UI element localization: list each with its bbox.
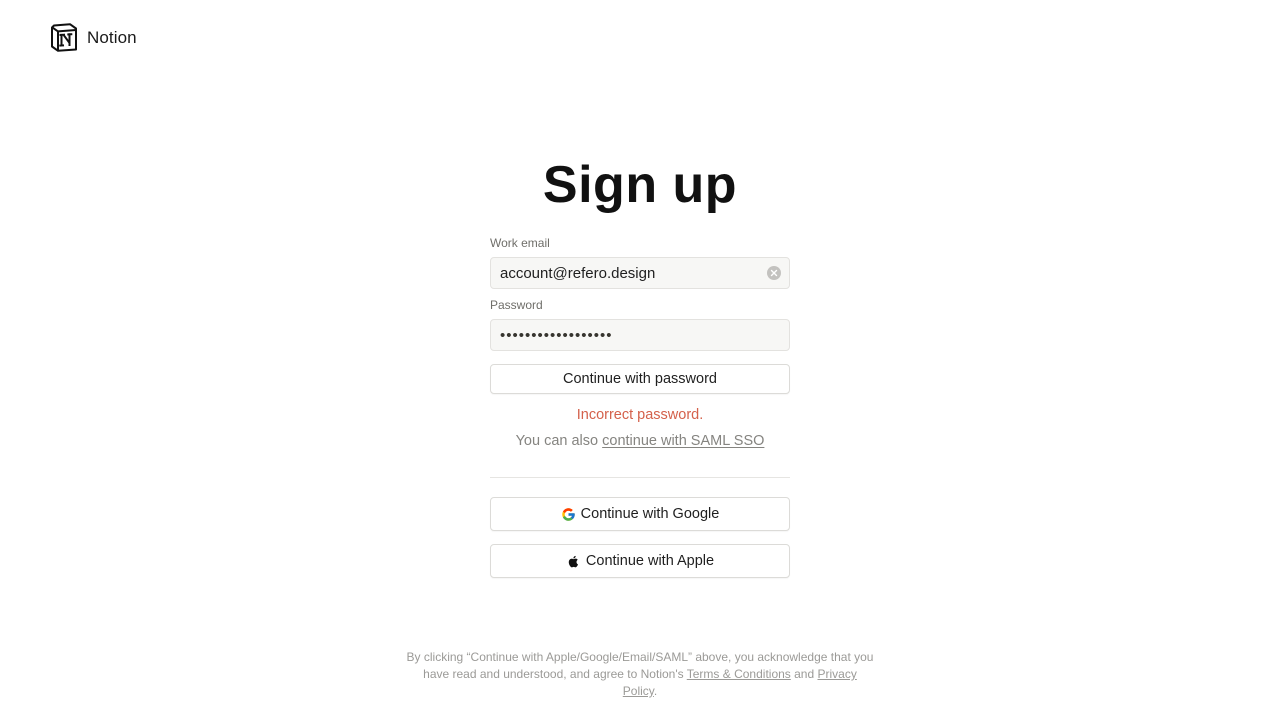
google-icon <box>561 507 575 521</box>
legal-and: and <box>790 667 818 681</box>
brand-name[interactable]: Notion <box>87 28 137 48</box>
continue-with-apple-button[interactable]: Continue with Apple <box>490 544 790 578</box>
signup-form: Work email Password •••••••••••••••••• C… <box>490 236 790 578</box>
legal-end: . <box>653 684 658 698</box>
header: Notion <box>50 23 137 52</box>
continue-with-password-button[interactable]: Continue with password <box>490 364 790 394</box>
email-label: Work email <box>490 236 550 250</box>
password-label: Password <box>490 298 543 312</box>
divider <box>490 477 790 478</box>
page-title: Sign up <box>542 156 738 214</box>
continue-with-google-button[interactable]: Continue with Google <box>490 497 790 531</box>
email-input[interactable] <box>500 264 780 282</box>
password-masked-value: •••••••••••••••••• <box>500 326 613 344</box>
legal-notice: By clicking “Continue with Apple/Google/… <box>405 649 875 700</box>
email-field-wrapper <box>490 257 790 289</box>
sso-prefix: You can also <box>515 433 603 449</box>
saml-sso-link[interactable]: continue with SAML SSO <box>602 433 764 449</box>
error-message: Incorrect password. <box>576 407 704 423</box>
password-field[interactable]: •••••••••••••••••• <box>490 319 790 351</box>
clear-circle-icon[interactable] <box>767 266 781 280</box>
apple-button-label: Continue with Apple <box>585 553 715 569</box>
terms-link[interactable]: Terms & Conditions <box>687 667 791 681</box>
notion-logo-icon[interactable] <box>50 23 78 52</box>
sso-line: You can also continue with SAML SSO <box>490 433 790 449</box>
apple-icon <box>568 555 578 567</box>
google-button-label: Continue with Google <box>580 506 720 522</box>
